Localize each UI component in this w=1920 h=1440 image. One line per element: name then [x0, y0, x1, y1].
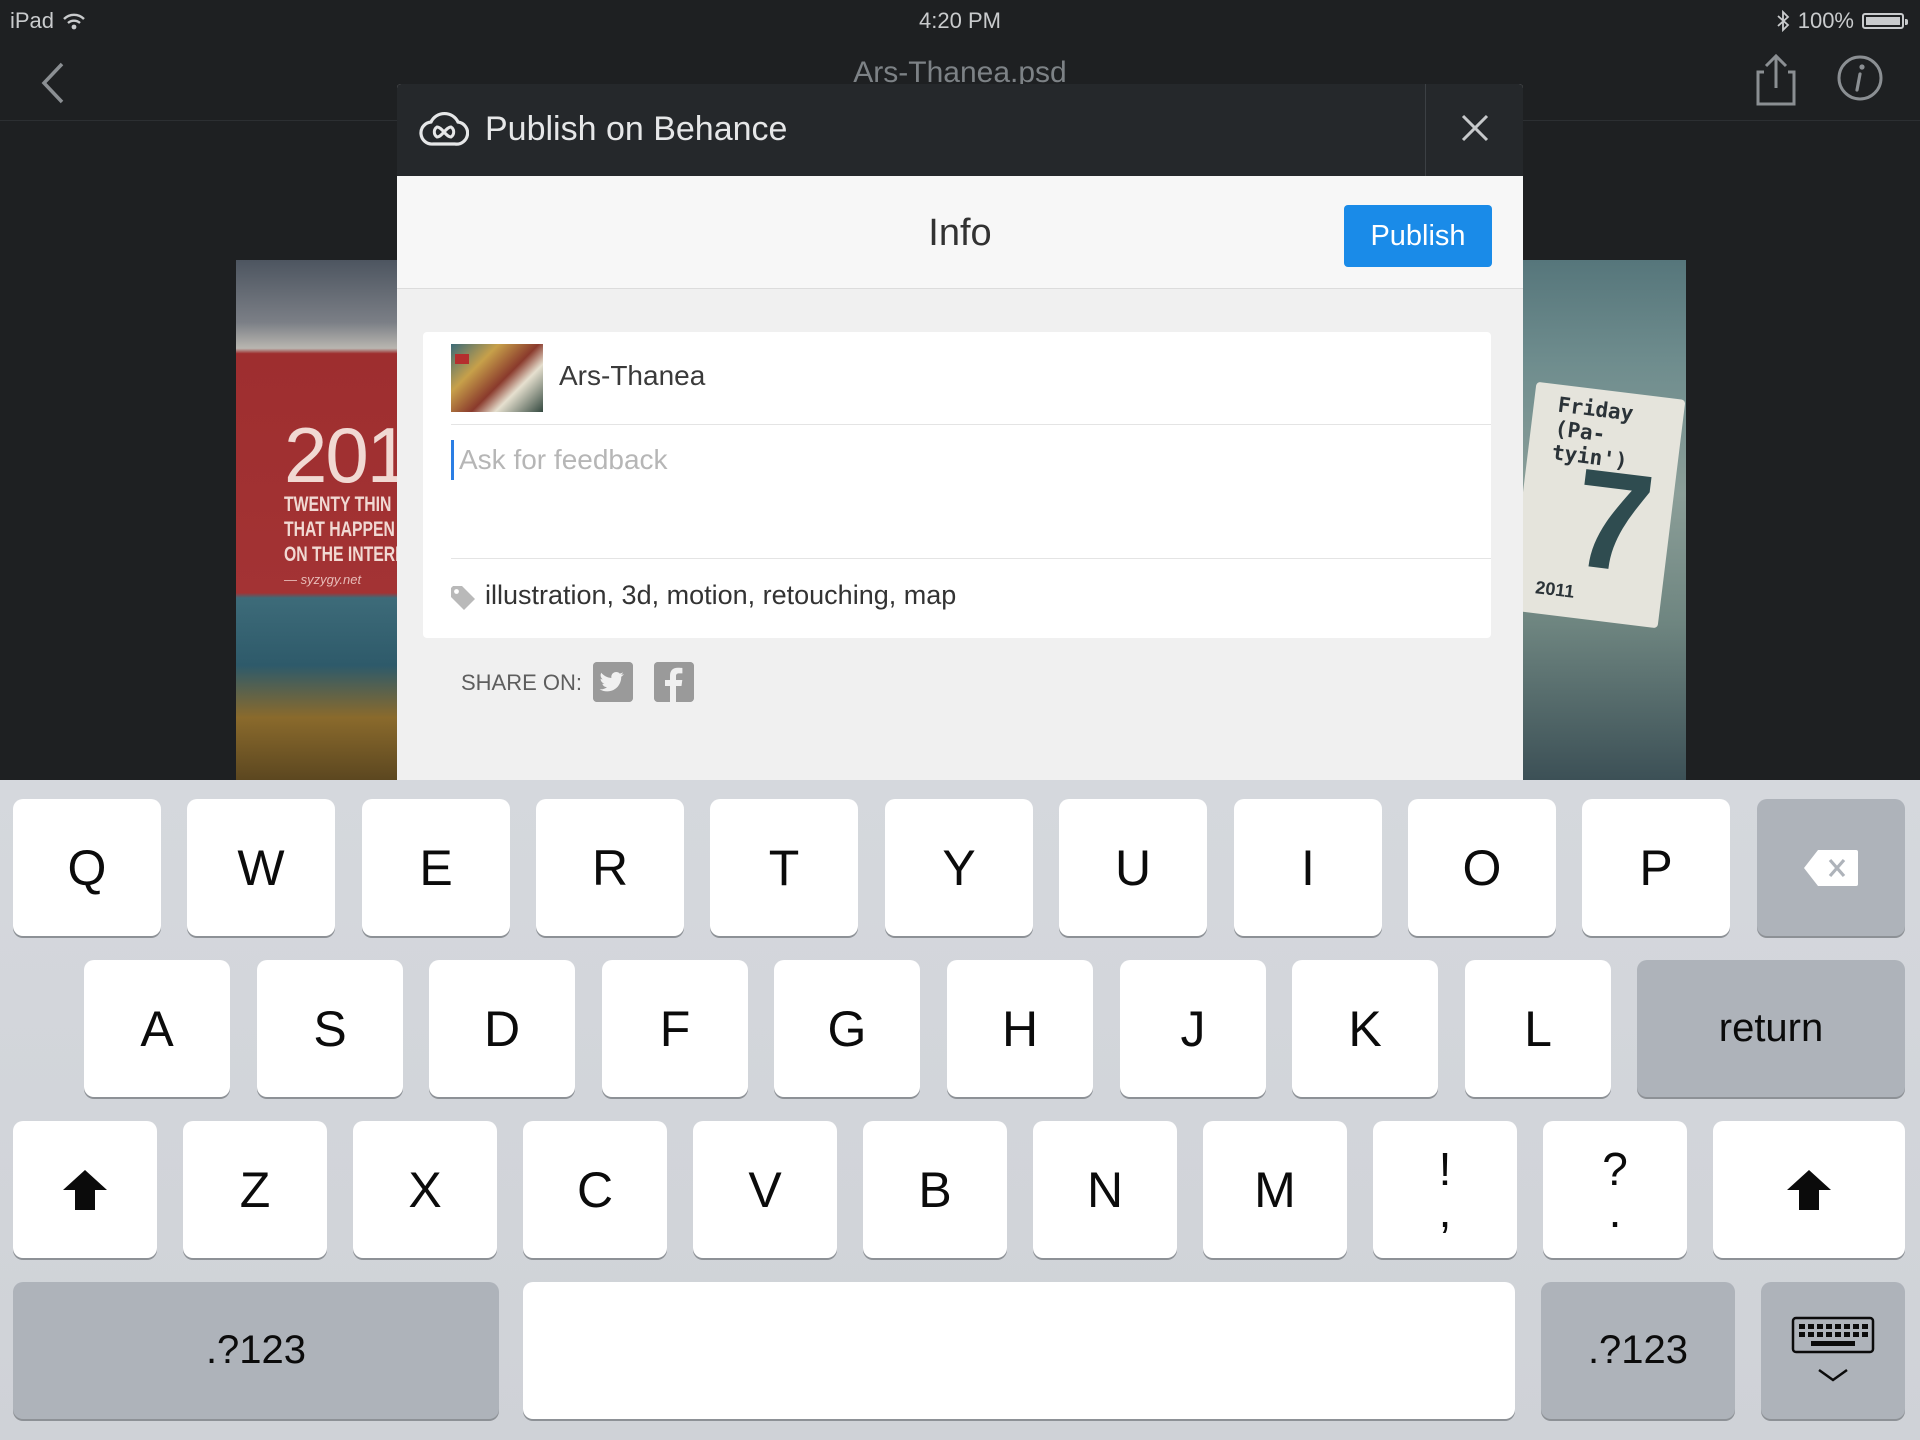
key-w[interactable]: W [187, 799, 335, 936]
divider [451, 424, 1491, 425]
key-c[interactable]: C [523, 1121, 667, 1258]
project-info-card: Ars-Thanea illustration, 3d, motion, ret… [423, 332, 1491, 638]
key-l[interactable]: L [1465, 960, 1611, 1097]
shift-key-left[interactable] [13, 1121, 157, 1258]
on-screen-keyboard: Q W E R T Y U I O P A S D F G H J K L re… [0, 780, 1920, 1440]
share-label: SHARE ON: [461, 670, 583, 695]
header-divider [1425, 84, 1426, 176]
artwork-caption-line: THAT HAPPEN [284, 518, 395, 541]
key-b[interactable]: B [863, 1121, 1007, 1258]
keyboard-dismiss-icon [1791, 1316, 1875, 1382]
key-f[interactable]: F [602, 960, 748, 1097]
key-m[interactable]: M [1203, 1121, 1347, 1258]
facebook-icon[interactable] [654, 662, 694, 702]
key-bottom-char: . [1608, 1184, 1622, 1237]
artwork-caption-line: ON THE INTERN [284, 543, 406, 566]
feedback-input[interactable] [455, 442, 1463, 478]
key-z[interactable]: Z [183, 1121, 327, 1258]
backspace-icon [1804, 849, 1858, 886]
dual-char-label: ! , [1438, 1142, 1452, 1237]
key-d[interactable]: D [429, 960, 575, 1097]
key-n[interactable]: N [1033, 1121, 1177, 1258]
key-i[interactable]: I [1234, 799, 1382, 936]
key-t[interactable]: T [710, 799, 858, 936]
clock: 4:20 PM [919, 8, 1001, 33]
key-e[interactable]: E [362, 799, 510, 936]
dialog-title: Publish on Behance [485, 110, 788, 148]
key-y[interactable]: Y [885, 799, 1033, 936]
shift-icon [1787, 1169, 1831, 1210]
battery-icon [1862, 13, 1908, 29]
background-artwork-left: 201 TWENTY THIN THAT HAPPEN ON THE INTER… [236, 260, 406, 780]
status-right: 100% [1776, 8, 1908, 34]
artwork-year-text: 201 [284, 411, 406, 499]
dismiss-keyboard-key[interactable] [1761, 1282, 1905, 1419]
key-g[interactable]: G [774, 960, 920, 1097]
dual-char-label: ? . [1602, 1142, 1628, 1237]
close-icon[interactable] [1449, 102, 1501, 154]
space-bar[interactable] [523, 1282, 1515, 1419]
key-top-char: ? [1602, 1142, 1628, 1195]
key-o[interactable]: O [1408, 799, 1556, 936]
key-p[interactable]: P [1582, 799, 1730, 936]
background-artwork-right: Friday (Pa-tyin') 7 2011 [1522, 260, 1686, 780]
key-h[interactable]: H [947, 960, 1093, 1097]
key-exclaim-comma[interactable]: ! , [1373, 1121, 1517, 1258]
artwork-caption: TWENTY THIN THAT HAPPEN ON THE INTERN [284, 492, 406, 567]
key-k[interactable]: K [1292, 960, 1438, 1097]
tag-icon [451, 586, 475, 610]
key-top-char: ! [1438, 1142, 1452, 1195]
key-a[interactable]: A [84, 960, 230, 1097]
calendar-illustration: Friday (Pa-tyin') 7 2011 [1522, 381, 1686, 629]
shift-icon [63, 1169, 107, 1210]
shift-key-right[interactable] [1713, 1121, 1905, 1258]
numbers-key-right[interactable]: .?123 [1541, 1282, 1735, 1419]
key-v[interactable]: V [693, 1121, 837, 1258]
numbers-key-left[interactable]: .?123 [13, 1282, 499, 1419]
publish-dialog: Publish on Behance Info Publish Ars-Than… [397, 84, 1523, 784]
bluetooth-icon [1777, 10, 1790, 32]
key-u[interactable]: U [1059, 799, 1207, 936]
text-cursor [451, 440, 454, 480]
dialog-header: Publish on Behance [397, 84, 1523, 176]
key-j[interactable]: J [1120, 960, 1266, 1097]
share-icon[interactable] [1754, 52, 1798, 108]
battery-percent: 100% [1797, 8, 1854, 33]
key-x[interactable]: X [353, 1121, 497, 1258]
divider [451, 558, 1491, 559]
project-name: Ars-Thanea [559, 360, 706, 391]
key-r[interactable]: R [536, 799, 684, 936]
tags-field[interactable]: illustration, 3d, motion, retouching, ma… [485, 580, 956, 611]
status-bar: iPad 4:20 PM 100% [0, 0, 1920, 44]
creative-cloud-logo-icon [419, 112, 469, 146]
publish-button[interactable]: Publish [1344, 205, 1492, 267]
artwork-url: — syzygy.net [284, 572, 362, 587]
return-key[interactable]: return [1637, 960, 1905, 1097]
project-thumbnail [451, 344, 543, 412]
key-question-period[interactable]: ? . [1543, 1121, 1687, 1258]
delete-key[interactable] [1757, 799, 1905, 936]
artwork-caption-line: TWENTY THIN [284, 493, 392, 516]
key-bottom-char: , [1438, 1184, 1452, 1237]
info-icon[interactable] [1836, 54, 1884, 102]
calendar-year: 2011 [1534, 577, 1576, 602]
key-q[interactable]: Q [13, 799, 161, 936]
twitter-icon[interactable] [593, 662, 633, 702]
dialog-toolbar: Info Publish [397, 176, 1523, 289]
key-s[interactable]: S [257, 960, 403, 1097]
